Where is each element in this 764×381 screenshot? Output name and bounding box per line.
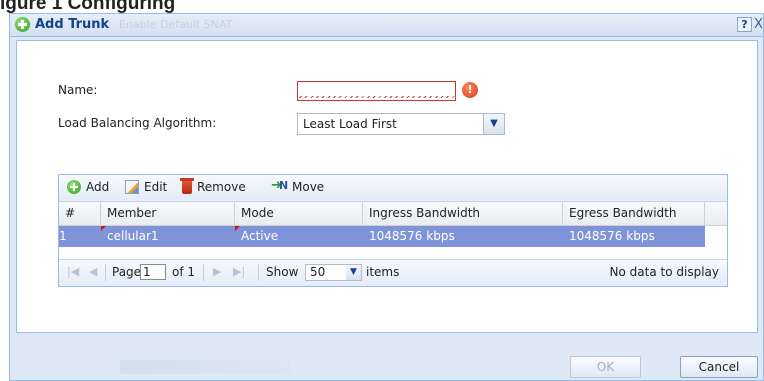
page-size-value: 50 bbox=[310, 265, 326, 279]
column-header[interactable]: Ingress Bandwidth bbox=[363, 202, 563, 225]
show-label: Show bbox=[266, 265, 299, 279]
chevron-down-icon[interactable]: ▼ bbox=[483, 114, 504, 134]
dirty-marker bbox=[235, 226, 240, 231]
algorithm-label: Load Balancing Algorithm: bbox=[58, 116, 217, 130]
help-button[interactable]: ? bbox=[737, 17, 752, 32]
grid-header: # Member Mode Ingress Bandwidth Egress B… bbox=[59, 202, 727, 226]
algorithm-value: Least Load First bbox=[303, 117, 397, 131]
pager-status: No data to display bbox=[609, 265, 719, 279]
grid-toolbar: Add Edit Remove Move bbox=[59, 175, 727, 202]
pager-divider bbox=[105, 264, 106, 281]
move-label: Move bbox=[292, 180, 325, 194]
row-member: cellular1 bbox=[101, 226, 235, 247]
edit-label: Edit bbox=[144, 180, 168, 194]
move-button[interactable]: Move bbox=[271, 178, 325, 197]
close-button[interactable]: X bbox=[754, 17, 764, 32]
name-label: Name: bbox=[58, 83, 98, 97]
edit-button[interactable]: Edit bbox=[125, 180, 167, 197]
items-label: items bbox=[366, 265, 400, 279]
prev-page-icon[interactable]: ◀ bbox=[89, 265, 97, 278]
row-ingress: 1048576 kbps bbox=[369, 229, 455, 243]
edit-icon bbox=[125, 180, 139, 194]
cancel-button[interactable]: Cancel bbox=[680, 356, 758, 378]
add-label: Add bbox=[86, 180, 110, 194]
name-field[interactable] bbox=[297, 81, 456, 101]
page-count: of 1 bbox=[172, 265, 196, 279]
dirty-marker bbox=[101, 226, 106, 231]
add-icon bbox=[67, 180, 81, 194]
add-icon bbox=[15, 17, 30, 32]
column-header[interactable]: Egress Bandwidth bbox=[563, 202, 705, 225]
error-icon: ! bbox=[462, 82, 478, 98]
ok-button[interactable]: OK bbox=[570, 356, 641, 378]
page-number-input[interactable]: 1 bbox=[140, 264, 166, 280]
dialog-content: Name: ! Load Balancing Algorithm: Least … bbox=[16, 40, 758, 333]
move-icon bbox=[271, 178, 288, 194]
remove-button[interactable]: Remove bbox=[180, 178, 246, 197]
column-header[interactable]: Mode bbox=[235, 202, 363, 225]
algorithm-select[interactable]: Least Load First ▼ bbox=[297, 113, 505, 135]
pager-divider bbox=[203, 264, 204, 281]
row-mode: Active bbox=[235, 226, 363, 247]
table-row[interactable]: 1 cellular1 Active 1048576 kbps 1048576 … bbox=[59, 226, 705, 247]
remove-label: Remove bbox=[197, 180, 246, 194]
column-header[interactable]: # bbox=[59, 202, 101, 225]
column-header[interactable]: Member bbox=[101, 202, 235, 225]
first-page-icon[interactable]: |◀ bbox=[67, 265, 79, 278]
member-grid: Add Edit Remove Move # Member Mode Ingre… bbox=[58, 174, 728, 287]
add-trunk-dialog: Add Trunk Enable Default SNAT ? X Name: … bbox=[9, 13, 764, 381]
last-page-icon[interactable]: ▶| bbox=[233, 265, 245, 278]
dialog-titlebar[interactable]: Add Trunk Enable Default SNAT ? X bbox=[10, 14, 763, 37]
row-egress: 1048576 kbps bbox=[569, 229, 655, 243]
chevron-down-icon[interactable]: ▼ bbox=[346, 265, 361, 280]
add-button[interactable]: Add bbox=[67, 180, 109, 197]
page-label: Page bbox=[112, 265, 142, 279]
dialog-title: Add Trunk bbox=[35, 17, 110, 32]
ghost-text: Enable Default SNAT bbox=[119, 18, 233, 31]
row-index: 1 bbox=[59, 229, 67, 243]
grid-pager: |◀ ◀ Page 1 of 1 ▶ ▶| Show 50 ▼ items No… bbox=[59, 259, 727, 286]
next-page-icon[interactable]: ▶ bbox=[213, 265, 221, 278]
ghost-footer bbox=[120, 360, 290, 374]
page-size-select[interactable]: 50 ▼ bbox=[305, 264, 362, 281]
pager-divider bbox=[258, 264, 259, 281]
trash-icon bbox=[180, 178, 194, 194]
